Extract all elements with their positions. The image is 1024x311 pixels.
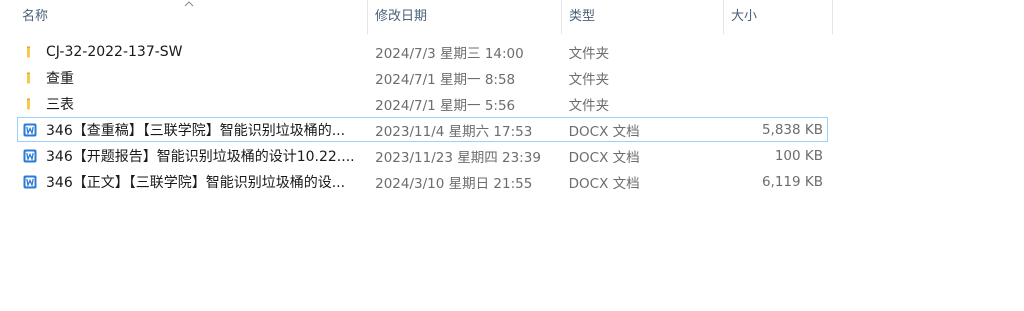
column-header-type[interactable]: 类型 — [562, 0, 724, 34]
file-name: CJ-32-2022-137-SW — [46, 43, 183, 60]
file-size: 6,119 KB — [761, 173, 823, 190]
column-header-name-label: 名称 — [22, 9, 49, 24]
file-type: DOCX 文档 — [568, 175, 640, 192]
folder-icon — [22, 96, 38, 112]
folder-icon — [22, 44, 38, 60]
file-name-cell: CJ-32-2022-137-SW — [18, 44, 368, 60]
file-date: 2024/7/3 星期三 14:00 — [375, 45, 524, 62]
file-date: 2024/3/10 星期日 21:55 — [375, 175, 533, 192]
file-name-cell: 346【查重稿】【三联学院】智能识别垃圾桶的... — [18, 120, 368, 140]
file-name-cell: 346【开题报告】智能识别垃圾桶的设计10.22.... — [18, 146, 368, 166]
file-row[interactable]: 346【开题报告】智能识别垃圾桶的设计10.22.... 2023/11/23 … — [17, 143, 828, 168]
file-name: 346【开题报告】智能识别垃圾桶的设计10.22.... — [46, 148, 355, 165]
sort-ascending-icon — [184, 1, 194, 7]
docx-icon — [22, 148, 38, 164]
file-name: 346【正文】【三联学院】智能识别垃圾桶的设... — [46, 174, 346, 191]
docx-icon — [22, 174, 38, 190]
file-name-cell: 三表 — [18, 94, 368, 114]
file-row[interactable]: 346【正文】【三联学院】智能识别垃圾桶的设... 2024/3/10 星期日 … — [17, 169, 828, 194]
file-list: CJ-32-2022-137-SW 2024/7/3 星期三 14:00 文件夹… — [0, 39, 833, 195]
file-type: 文件夹 — [568, 97, 610, 114]
file-type: DOCX 文档 — [568, 149, 640, 166]
file-name: 三表 — [46, 96, 74, 113]
file-type: 文件夹 — [568, 45, 610, 62]
column-header-date-label: 修改日期 — [375, 9, 428, 24]
file-row[interactable]: 三表 2024/7/1 星期一 5:56 文件夹 — [17, 91, 828, 116]
file-type: 文件夹 — [568, 71, 610, 88]
folder-icon — [22, 70, 38, 86]
column-header-size-label: 大小 — [731, 9, 758, 24]
column-header-size[interactable]: 大小 — [724, 0, 833, 34]
file-date: 2024/7/1 星期一 8:58 — [375, 71, 516, 88]
column-header-date[interactable]: 修改日期 — [368, 0, 562, 34]
file-name: 346【查重稿】【三联学院】智能识别垃圾桶的... — [46, 122, 346, 139]
file-date: 2024/7/1 星期一 5:56 — [375, 97, 516, 114]
column-header-type-label: 类型 — [569, 9, 596, 24]
file-explorer-details-view: 名称 修改日期 类型 大小 CJ-32-2022-137-SW 2024/7/3… — [0, 0, 1024, 311]
file-name-cell: 查重 — [18, 68, 368, 88]
file-name: 查重 — [46, 70, 74, 87]
column-header-bar: 名称 修改日期 类型 大小 — [0, 0, 833, 35]
file-type: DOCX 文档 — [568, 123, 640, 140]
file-size: 100 KB — [774, 147, 823, 164]
file-row[interactable]: CJ-32-2022-137-SW 2024/7/3 星期三 14:00 文件夹 — [17, 39, 828, 64]
file-size: 5,838 KB — [761, 121, 823, 138]
docx-icon — [22, 122, 38, 138]
file-row[interactable]: 查重 2024/7/1 星期一 8:58 文件夹 — [17, 65, 828, 90]
file-date: 2023/11/4 星期六 17:53 — [375, 123, 533, 140]
file-name-cell: 346【正文】【三联学院】智能识别垃圾桶的设... — [18, 172, 368, 192]
column-header-name[interactable]: 名称 — [0, 0, 368, 34]
file-date: 2023/11/23 星期四 23:39 — [375, 149, 541, 166]
file-row-focused[interactable]: 346【查重稿】【三联学院】智能识别垃圾桶的... 2023/11/4 星期六 … — [17, 117, 828, 142]
